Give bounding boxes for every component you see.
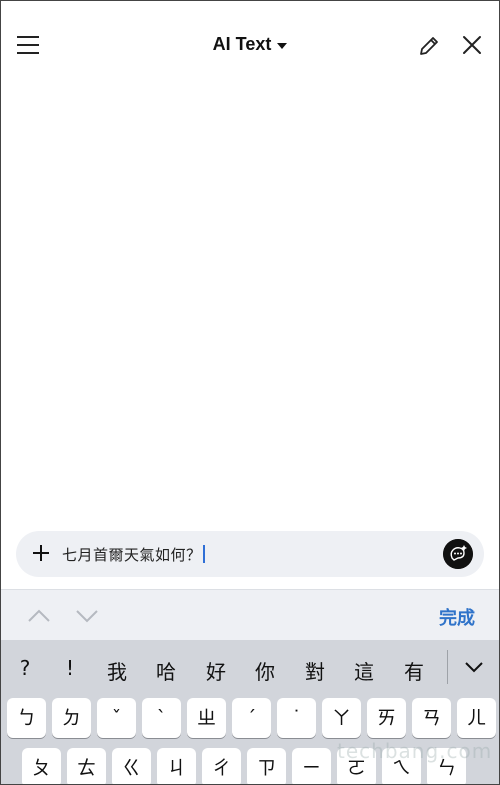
key[interactable]: ˊ <box>232 698 271 738</box>
key[interactable]: ㄔ <box>202 748 241 784</box>
key[interactable]: ㄚ <box>322 698 361 738</box>
key[interactable]: ˇ <box>97 698 136 738</box>
pencil-icon[interactable] <box>417 34 441 58</box>
key[interactable]: ㄢ <box>412 698 451 738</box>
key[interactable]: ㄛ <box>337 748 376 784</box>
candidate-item[interactable]: 這 <box>349 656 379 685</box>
key[interactable]: ˋ <box>142 698 181 738</box>
keyboard-toolbar: 完成 <box>1 589 499 640</box>
title-dropdown[interactable]: AI Text <box>213 34 288 55</box>
chevron-up-icon[interactable] <box>27 603 51 627</box>
key[interactable]: ㄉ <box>52 698 91 738</box>
key[interactable]: ㄣ <box>427 748 466 784</box>
key[interactable]: ㄆ <box>22 748 61 784</box>
candidate-item[interactable]: 有 <box>399 656 429 685</box>
caret-down-icon <box>277 42 288 49</box>
chat-input-field[interactable]: 七月首爾天氣如何？ <box>62 544 205 565</box>
key[interactable]: ㄦ <box>457 698 496 738</box>
zhuyin-keyboard: ? ! 我 哈 好 你 對 這 有 ㄅ ㄉ ˇ ˋ ㄓ ˊ ˙ ㄚ ㄞ ㄢ ㄦ <box>1 640 499 784</box>
key[interactable]: ˙ <box>277 698 316 738</box>
candidate-item[interactable]: 哈 <box>151 656 181 685</box>
key[interactable]: ㄍ <box>112 748 151 784</box>
key[interactable]: ㄐ <box>157 748 196 784</box>
key[interactable]: ㄊ <box>67 748 106 784</box>
key[interactable]: ㄗ <box>247 748 286 784</box>
key[interactable]: ㄞ <box>367 698 406 738</box>
candidate-bar: ? ! 我 哈 好 你 對 這 有 <box>1 640 499 694</box>
close-icon[interactable] <box>461 34 483 56</box>
chat-input-bar[interactable]: 七月首爾天氣如何？ <box>16 531 484 577</box>
key[interactable]: ㄅ <box>7 698 46 738</box>
candidate-item[interactable]: 好 <box>201 656 231 685</box>
header: AI Text <box>1 1 499 91</box>
done-button[interactable]: 完成 <box>439 604 475 630</box>
ai-chat-icon[interactable] <box>443 539 473 569</box>
app-window: AI Text 七月首爾天氣如何？ 完成 ? ! 我 哈 好 你 對 這 有 ㄅ… <box>0 0 500 785</box>
divider <box>447 650 448 684</box>
candidate-item[interactable]: 你 <box>250 656 280 685</box>
candidate-item[interactable]: 對 <box>300 656 330 685</box>
candidate-item[interactable]: ? <box>10 656 40 680</box>
key[interactable]: ㄓ <box>187 698 226 738</box>
candidate-item[interactable]: 我 <box>102 656 132 685</box>
candidate-item[interactable]: ! <box>55 656 85 680</box>
key[interactable]: ㄧ <box>292 748 331 784</box>
expand-candidates-icon[interactable] <box>463 656 485 678</box>
plus-icon[interactable] <box>32 544 50 562</box>
chevron-down-icon[interactable] <box>75 603 99 627</box>
key[interactable]: ㄟ <box>382 748 421 784</box>
page-title: AI Text <box>212 34 272 54</box>
text-cursor <box>202 545 205 563</box>
